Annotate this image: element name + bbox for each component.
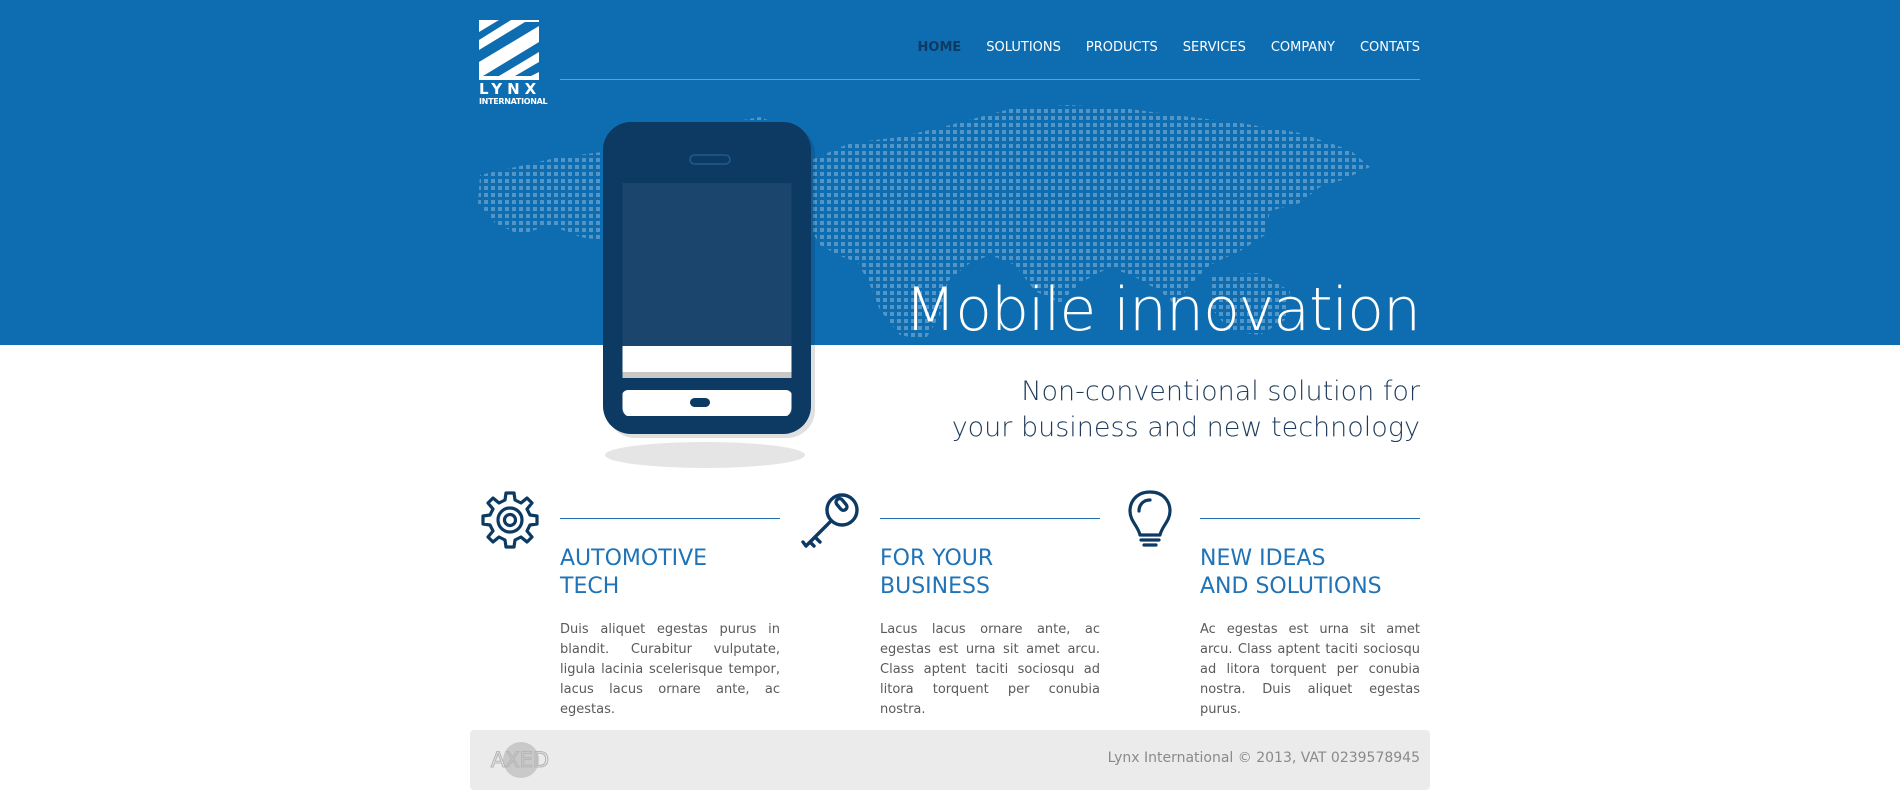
feature-divider (560, 518, 780, 519)
footer-copyright: Lynx International © 2013, VAT 023957894… (1107, 750, 1420, 766)
feature-heading-line-2: AND SOLUTIONS (1200, 574, 1382, 599)
lynx-logo[interactable]: LYNX INTERNATIONAL (479, 20, 548, 107)
axed-partner-logo[interactable]: AXED (480, 740, 562, 780)
feature-heading: AUTOMOTIVE TECH (560, 545, 800, 601)
logo-name: LYNX (479, 80, 542, 98)
feature-divider (880, 518, 1100, 519)
lightbulb-icon (1128, 490, 1172, 547)
key-icon (801, 493, 859, 548)
nav-item-company[interactable]: COMPANY (1271, 40, 1335, 56)
hero-title: Mobile innovation (904, 275, 1421, 345)
feature-automotive-tech: AUTOMOTIVE TECH Duis aliquet egestas pur… (480, 490, 800, 717)
feature-heading: FOR YOUR BUSINESS (880, 545, 1120, 601)
nav-item-contats[interactable]: CONTATS (1360, 40, 1420, 56)
feature-heading-line-1: AUTOMOTIVE (560, 546, 708, 571)
nav-item-products[interactable]: PRODUCTS (1086, 40, 1158, 56)
feature-heading-line-1: FOR YOUR (880, 546, 994, 571)
gear-icon (481, 491, 539, 549)
logo-subtitle: INTERNATIONAL (479, 97, 548, 106)
feature-description: Ac egestas est urna sit amet arcu. Class… (1200, 622, 1420, 717)
tagline-line-2: your business and new technology (951, 412, 1420, 443)
footer: AXED Lynx International © 2013, VAT 0239… (470, 730, 1430, 790)
feature-heading-line-1: NEW IDEAS (1200, 546, 1326, 571)
tagline-line-1: Non-conventional solution for (1021, 376, 1420, 407)
feature-divider (1200, 518, 1420, 519)
nav-item-home[interactable]: HOME (918, 40, 962, 56)
main-nav: HOME SOLUTIONS PRODUCTS SERVICES COMPANY… (560, 40, 1420, 80)
feature-heading: NEW IDEAS AND SOLUTIONS (1200, 545, 1440, 601)
feature-new-ideas: NEW IDEAS AND SOLUTIONS Ac egestas est u… (1120, 490, 1440, 717)
smartphone-illustration (603, 122, 815, 468)
feature-heading-line-2: TECH (560, 574, 620, 599)
partner-logo-text: AXED (491, 748, 549, 772)
feature-for-your-business: FOR YOUR BUSINESS Lacus lacus ornare ant… (800, 490, 1120, 717)
lynx-logo-mark (479, 20, 539, 80)
feature-description: Duis aliquet egestas purus in blandit. C… (560, 622, 780, 717)
hero-tagline: Non-conventional solution for your busin… (900, 374, 1420, 446)
nav-item-services[interactable]: SERVICES (1183, 40, 1246, 56)
feature-heading-line-2: BUSINESS (880, 574, 990, 599)
feature-description: Lacus lacus ornare ante, ac egestas est … (880, 622, 1100, 717)
nav-item-solutions[interactable]: SOLUTIONS (986, 40, 1061, 56)
